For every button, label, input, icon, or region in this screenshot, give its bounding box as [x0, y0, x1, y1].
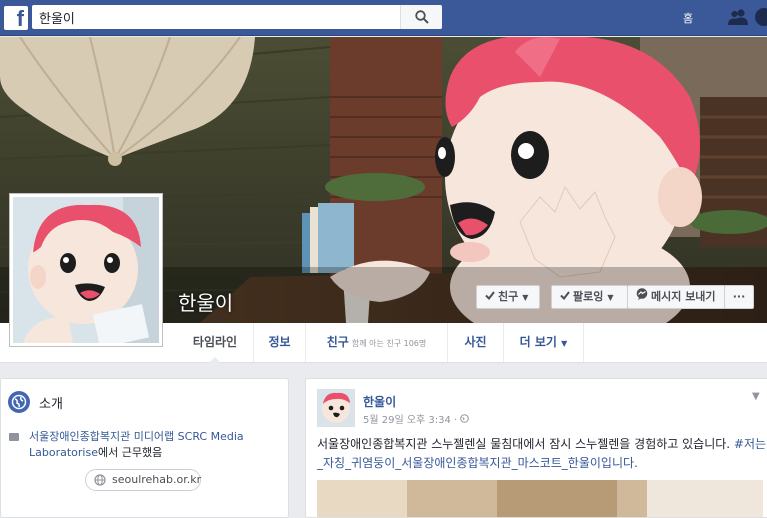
search-button[interactable] — [400, 5, 442, 29]
globe-icon — [8, 391, 30, 413]
profile-picture[interactable] — [9, 193, 163, 348]
work-suffix: 에서 근무했음 — [97, 446, 163, 459]
message-icon — [636, 288, 648, 300]
intro-card: 소개 서울장애인종합복지관 미디어랩 SCRC Media Laboratori… — [0, 378, 289, 518]
send-message-button[interactable]: 메시지 보내기 — [627, 285, 726, 309]
check-icon — [485, 291, 495, 300]
intro-title: 소개 — [39, 397, 63, 412]
tab-more[interactable]: 더 보기 ▼ — [504, 323, 584, 362]
tab-more-label: 더 보기 — [519, 335, 557, 349]
more-options-label: ··· — [732, 290, 746, 303]
home-link[interactable]: 홈 — [683, 10, 693, 26]
website-label: seoulrehab.or.kr — [112, 473, 202, 486]
work-info: 서울장애인종합복지관 미디어랩 SCRC Media Laboratorise에… — [29, 429, 279, 461]
facebook-logo[interactable]: f — [4, 6, 28, 30]
post-options-icon[interactable]: ▼ — [752, 391, 760, 402]
following-button-label: 팔로잉 — [573, 290, 604, 303]
globe-icon — [94, 474, 106, 486]
post-author-avatar[interactable] — [317, 389, 355, 427]
search-icon — [415, 10, 429, 24]
tab-photos-label: 사진 — [464, 335, 487, 349]
friend-button-label: 친구 — [498, 290, 519, 303]
tab-photos[interactable]: 사진 — [448, 323, 504, 362]
search-box — [32, 5, 442, 29]
send-message-button-label: 메시지 보내기 — [651, 290, 716, 303]
chevron-down-icon: ▼ — [607, 293, 614, 302]
friends-icon[interactable] — [728, 8, 748, 26]
chevron-down-icon: ▼ — [522, 293, 529, 302]
post-text: 서울장애인종합복지관 스누젤렌실 물침대에서 잠시 스누젤렌을 경험하고 있습니… — [317, 437, 734, 451]
public-icon — [460, 414, 470, 423]
post-author-name[interactable]: 한울이 — [363, 393, 396, 410]
search-input[interactable] — [32, 5, 400, 29]
check-icon — [560, 291, 570, 300]
top-navigation-bar: f 홈 — [0, 0, 767, 36]
profile-name[interactable]: 한울이 — [178, 287, 233, 316]
tab-about[interactable]: 정보 — [254, 323, 306, 362]
tab-timeline-label: 타임라인 — [192, 335, 238, 349]
tab-timeline[interactable]: 타임라인 — [177, 323, 254, 363]
chevron-down-icon: ▼ — [561, 339, 568, 348]
timeline-post: 한울이 5월 29일 오후 3:34 · ▼ 서울장애인종합복지관 스누젤렌실 … — [305, 378, 767, 518]
post-date[interactable]: 5월 29일 오후 3:34 · — [363, 415, 460, 426]
mutual-friends-count: 함께 아는 친구 106명 — [351, 339, 427, 348]
tab-about-label: 정보 — [268, 335, 291, 349]
following-button[interactable]: 팔로잉 ▼ — [551, 285, 628, 309]
profile-avatar-image — [13, 197, 159, 348]
more-options-button[interactable]: ··· — [724, 285, 754, 309]
post-timestamp[interactable]: 5월 29일 오후 3:34 · — [363, 411, 470, 426]
friend-button[interactable]: 친구 ▼ — [476, 285, 540, 309]
tab-friends[interactable]: 친구 함께 아는 친구 106명 — [306, 323, 448, 362]
post-photo[interactable] — [317, 480, 763, 517]
tab-friends-label: 친구 — [326, 335, 349, 349]
quick-help-icon[interactable] — [755, 8, 767, 26]
briefcase-icon — [9, 433, 19, 441]
post-body: 서울장애인종합복지관 스누젤렌실 물침대에서 잠시 스누젤렌을 경험하고 있습니… — [317, 435, 767, 473]
website-link[interactable]: seoulrehab.or.kr — [85, 469, 201, 491]
